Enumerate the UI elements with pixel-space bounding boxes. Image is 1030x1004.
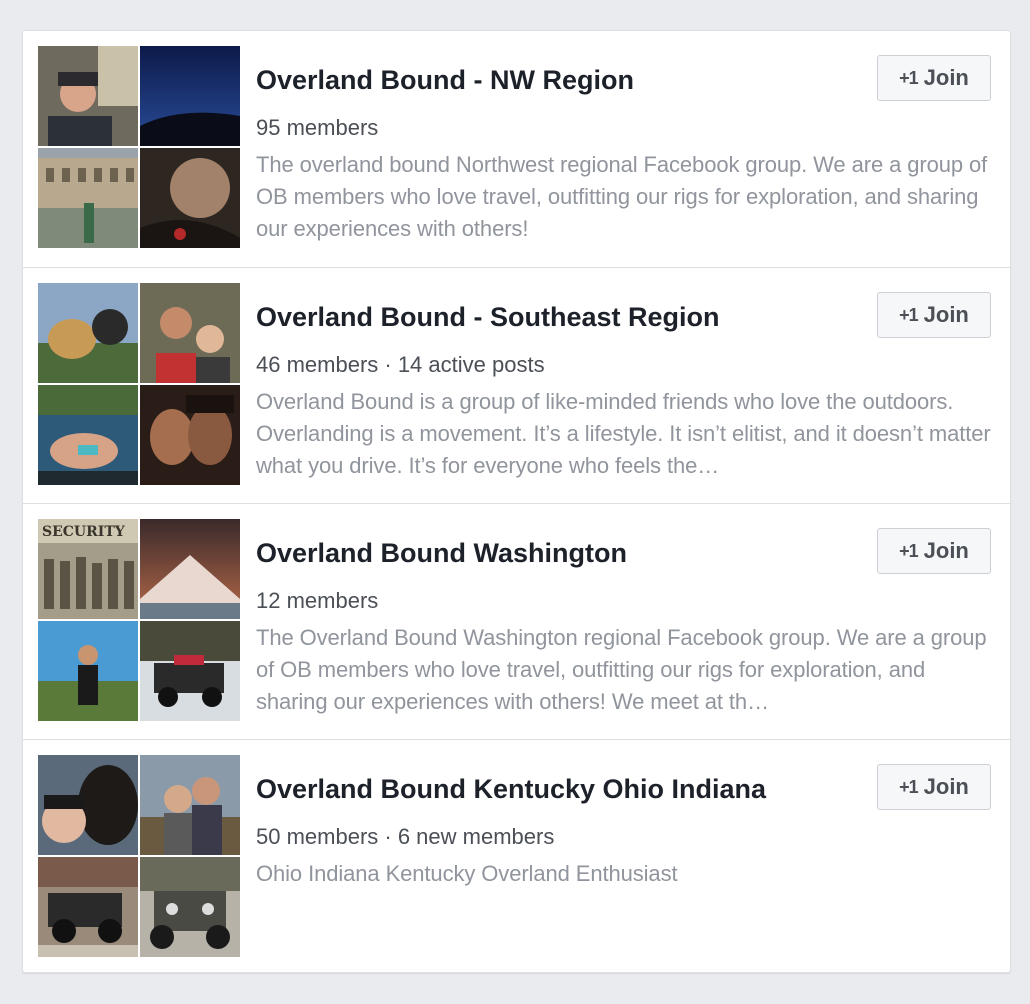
group-photo-collage[interactable] — [38, 46, 240, 248]
colosseum-photo — [38, 148, 138, 248]
group-description: The overland bound Northwest regional Fa… — [256, 152, 988, 241]
join-button[interactable]: +1 Join — [877, 764, 991, 810]
group-row: Overland Bound Kentucky Ohio Indiana 50 … — [23, 739, 1010, 976]
group-photo-collage[interactable]: SECURITY — [38, 519, 240, 721]
person-with-dog-photo — [38, 755, 138, 855]
group-description: Ohio Indiana Kentucky Overland Enthusias… — [256, 861, 678, 886]
couple-closeup-photo — [140, 385, 240, 485]
svg-text:SECURITY: SECURITY — [42, 524, 126, 540]
join-label: Join — [923, 65, 969, 90]
group-title[interactable]: Overland Bound Kentucky Ohio Indiana — [256, 774, 856, 805]
group-row: Overland Bound - Southeast Region 46 mem… — [23, 267, 1010, 504]
group-member-count: 95 members — [256, 115, 379, 140]
group-member-count: 12 members — [256, 588, 379, 613]
join-button[interactable]: +1 Join — [877, 528, 991, 574]
group-member-count: 46 members · 14 active posts — [256, 352, 545, 377]
jeep-photo — [38, 857, 138, 957]
offroad-truck-snow-photo — [140, 621, 240, 721]
group-row: Overland Bound - NW Region 95 members Th… — [23, 31, 1010, 267]
plus-one-icon: +1 — [899, 540, 919, 561]
join-label: Join — [923, 302, 969, 327]
join-label: Join — [923, 774, 969, 799]
dog-and-person-photo — [38, 283, 138, 383]
join-button[interactable]: +1 Join — [877, 292, 991, 338]
runner-photo — [38, 621, 138, 721]
group-description: Overland Bound is a group of like-minded… — [256, 389, 991, 478]
couple-outdoors-photo — [140, 755, 240, 855]
person-with-beanie-photo — [38, 46, 138, 146]
group-photo-collage[interactable] — [38, 283, 240, 485]
group-member-count: 50 members · 6 new members — [256, 824, 555, 849]
join-button[interactable]: +1 Join — [877, 55, 991, 101]
group-title[interactable]: Overland Bound - Southeast Region — [256, 302, 856, 333]
couple-selfie-photo — [140, 283, 240, 383]
group-description: The Overland Bound Washington regional F… — [256, 625, 987, 714]
group-row: SECURITY Overland Bound Washington 12 me… — [23, 503, 1010, 740]
plus-one-icon: +1 — [899, 304, 919, 325]
dark-interior-photo — [140, 148, 240, 248]
vintage-security-photo: SECURITY — [38, 519, 138, 619]
group-title[interactable]: Overland Bound - NW Region — [256, 65, 856, 96]
group-title[interactable]: Overland Bound Washington — [256, 538, 856, 569]
person-in-snow-photo — [38, 385, 138, 485]
night-sky-photo — [140, 46, 240, 146]
group-photo-collage[interactable] — [38, 755, 240, 957]
mountain-sunset-photo — [140, 519, 240, 619]
groups-list: Overland Bound - NW Region 95 members Th… — [22, 30, 1011, 973]
plus-one-icon: +1 — [899, 67, 919, 88]
jeep-front-photo — [140, 857, 240, 957]
join-label: Join — [923, 538, 969, 563]
plus-one-icon: +1 — [899, 776, 919, 797]
